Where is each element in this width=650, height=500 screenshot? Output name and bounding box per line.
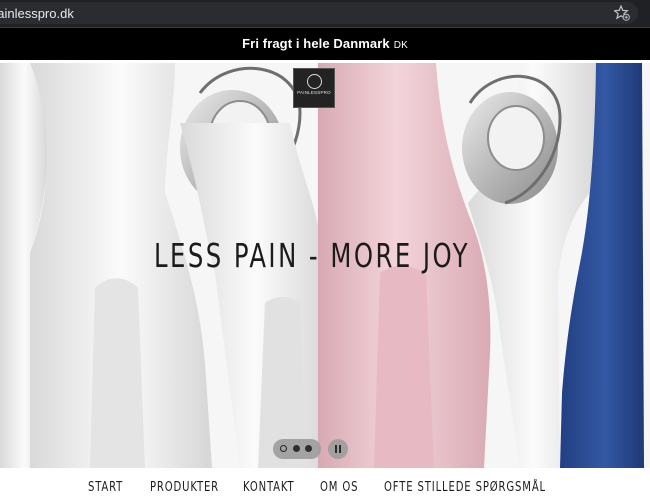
promo-bar: Fri fragt i hele Danmark DK <box>0 28 650 60</box>
nav-item-faq[interactable]: OFTE STILLEDE SPØRGSMÅL <box>384 480 546 495</box>
slider-dots <box>273 439 321 459</box>
nav-item-start[interactable]: START <box>88 480 123 495</box>
logo-wordmark: PAINLESSPRO <box>297 90 331 95</box>
hero-banner: PAINLESSPRO LESS PAIN - MORE JOY <box>0 63 650 468</box>
star-add-icon[interactable] <box>614 5 630 21</box>
slider-dot-3[interactable] <box>305 445 312 452</box>
nav-item-kontakt[interactable]: KONTAKT <box>243 480 294 495</box>
pause-icon-bar <box>339 445 341 453</box>
browser-address-bar: painlesspro.dk <box>0 0 650 28</box>
promo-message: Fri fragt i hele Danmark <box>242 36 390 51</box>
painlesspro-logo[interactable]: PAINLESSPRO <box>293 68 335 108</box>
url-field[interactable]: painlesspro.dk <box>0 2 638 24</box>
nav-item-produkter[interactable]: PRODUKTER <box>150 480 219 495</box>
slider-dot-2[interactable] <box>293 445 300 452</box>
slider-pause-button[interactable] <box>328 439 348 459</box>
logo-emblem-icon <box>307 74 322 89</box>
pause-icon <box>335 445 337 453</box>
promo-text: Fri fragt i hele Danmark DK <box>242 36 408 51</box>
main-nav: START PRODUKTER KONTAKT OM OS OFTE STILL… <box>0 468 650 500</box>
nav-item-om-os[interactable]: OM OS <box>320 480 358 495</box>
slider-dot-1[interactable] <box>280 445 287 452</box>
url-text[interactable]: painlesspro.dk <box>0 6 74 21</box>
promo-suffix: DK <box>393 40 408 51</box>
hero-headline: LESS PAIN - MORE JOY <box>154 236 470 275</box>
